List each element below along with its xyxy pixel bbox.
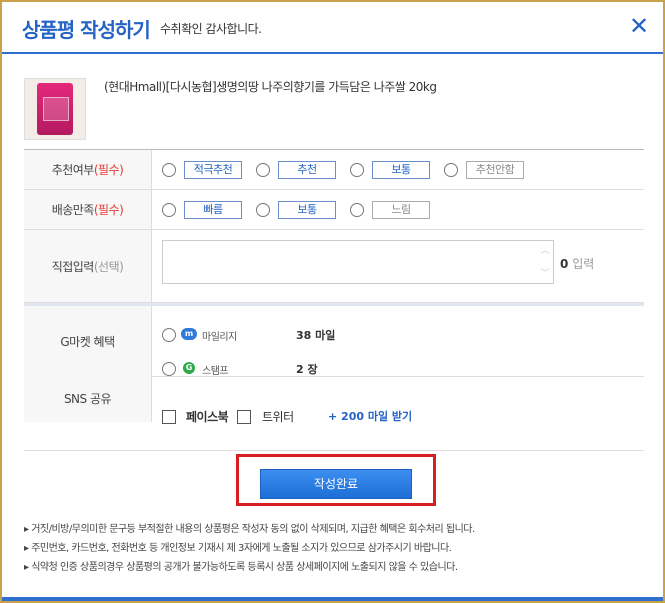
mileage-icon: m — [181, 328, 197, 340]
char-count-unit: 입력 — [572, 257, 595, 271]
delivery-option-2[interactable]: 보통 — [278, 201, 336, 219]
twitter-checkbox[interactable] — [237, 410, 251, 424]
recommend-row: 추천여부 (필수) 적극추천 추천 보통 추천안함 — [24, 150, 644, 190]
required-mark: (필수) — [93, 163, 124, 177]
recommend-radio-1[interactable] — [162, 163, 176, 177]
recommend-label-text: 추천여부 — [51, 163, 95, 177]
delivery-radio-1[interactable] — [162, 203, 176, 217]
delivery-option-1[interactable]: 빠름 — [184, 201, 242, 219]
notice-item: ▸ 식약청 인증 상품의경우 상품평의 공개가 불가능하도록 등록시 상품 상세… — [24, 562, 458, 573]
review-dialog: 상품평 작성하기 수취확인 감사합니다. ✕ (현대Hmall)[다시농협]생명… — [0, 0, 665, 603]
stamp-icon: G — [183, 362, 195, 374]
recommend-radio-2[interactable] — [256, 163, 270, 177]
notice-item: ▸ 주민번호, 카드번호, 전화번호 등 개인정보 기재시 제 3자에게 노출될… — [24, 543, 452, 554]
recommend-radio-3[interactable] — [350, 163, 364, 177]
delivery-label: 배송만족 (필수) — [24, 190, 152, 229]
delivery-row: 배송만족 (필수) 빠름 보통 느림 — [24, 190, 644, 230]
mileage-label: 마일리지 — [202, 332, 237, 343]
char-count-value: 0 — [560, 257, 569, 271]
delivery-label-text: 배송만족 — [51, 203, 95, 217]
optional-mark: (선택) — [93, 259, 124, 274]
mileage-radio[interactable] — [162, 328, 176, 342]
notice-text-2: 주민번호, 카드번호, 전화번호 등 개인정보 기재시 제 3자에게 노출될 소… — [31, 543, 452, 554]
recommend-option-1[interactable]: 적극추천 — [184, 161, 242, 179]
recommend-option-3[interactable]: 보통 — [372, 161, 430, 179]
gmarket-label: G마켓 혜택 — [24, 306, 152, 376]
submit-button[interactable]: 작성완료 — [260, 469, 412, 499]
rice-bag-image — [37, 83, 73, 135]
review-textarea[interactable]: ︿ ﹀ — [162, 240, 554, 284]
sns-bonus: + 200 마일 받기 — [328, 410, 413, 423]
delivery-radio-3[interactable] — [350, 203, 364, 217]
dialog-title: 상품평 작성하기 — [22, 18, 151, 42]
notice-text-3: 식약청 인증 상품의경우 상품평의 공개가 불가능하도록 등록시 상품 상세페이… — [31, 562, 458, 573]
notice-list: ▸ 거짓/비방/무의미한 문구등 부적절한 내용의 상품평은 작성자 동의 없이… — [24, 520, 644, 577]
facebook-label: 페이스북 — [186, 410, 229, 424]
product-thumbnail — [24, 78, 86, 140]
mileage-value: 38 마일 — [296, 329, 336, 342]
direct-input-row: 직접입력 (선택) ︿ ﹀ 0 입력 — [24, 230, 644, 303]
recommend-radio-4[interactable] — [444, 163, 458, 177]
direct-label-text: 직접입력 — [51, 259, 95, 274]
sns-row: SNS 공유 페이스북 트위터 + 200 마일 받기 — [24, 374, 644, 451]
sns-label: SNS 공유 — [24, 374, 152, 422]
recommend-label: 추천여부 (필수) — [24, 150, 152, 189]
review-form: 추천여부 (필수) 적극추천 추천 보통 추천안함 배송만족 (필수) 빠름 보통 … — [24, 149, 644, 451]
direct-input-label: 직접입력 (선택) — [24, 230, 152, 302]
char-count: 0 입력 — [560, 255, 594, 272]
bottom-bar — [2, 597, 663, 601]
recommend-option-4[interactable]: 추천안함 — [466, 161, 524, 179]
delivery-option-3[interactable]: 느림 — [372, 201, 430, 219]
required-mark: (필수) — [93, 203, 124, 217]
recommend-option-2[interactable]: 추천 — [278, 161, 336, 179]
twitter-label: 트위터 — [262, 410, 294, 424]
dialog-header: 상품평 작성하기 수취확인 감사합니다. ✕ — [2, 2, 663, 54]
delivery-radio-2[interactable] — [256, 203, 270, 217]
notice-text-1: 거짓/비방/무의미한 문구등 부적절한 내용의 상품평은 작성자 동의 없이 삭… — [31, 524, 475, 535]
facebook-checkbox[interactable] — [162, 410, 176, 424]
notice-item: ▸ 거짓/비방/무의미한 문구등 부적절한 내용의 상품평은 작성자 동의 없이… — [24, 524, 475, 535]
product-name: (현대Hmall)[다시농협]생명의땅 나주의향기를 가득담은 나주쌀 20kg — [104, 80, 437, 94]
gmarket-benefit-row: G마켓 혜택 m 마일리지 38 마일 G 스탬프 2 장 — [24, 303, 644, 377]
dialog-subtitle: 수취확인 감사합니다. — [160, 22, 262, 36]
scroll-arrows-icon[interactable]: ︿ ﹀ — [539, 243, 551, 281]
close-icon[interactable]: ✕ — [625, 12, 653, 40]
